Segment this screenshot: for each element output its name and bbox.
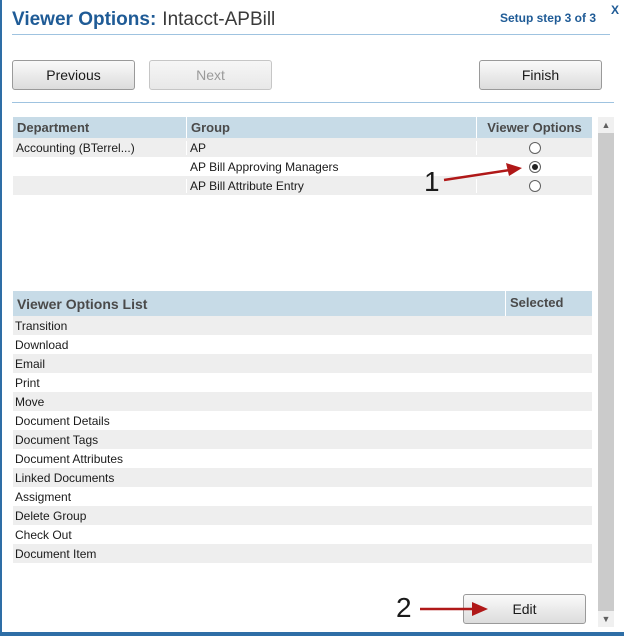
window-border-bottom [0,632,624,636]
group-table-header: Department Group Viewer Options [13,117,592,138]
column-header-viewer-options: Viewer Options [476,117,592,138]
options-table-header: Viewer Options List Selected [13,291,592,316]
annotation-marker-2: 2 [396,592,412,623]
list-item[interactable]: Email [13,354,592,373]
viewer-option-radio-selected[interactable] [528,161,541,174]
title-name: Intacct-APBill [162,9,276,30]
close-icon[interactable]: X [611,3,619,17]
vertical-scrollbar[interactable]: ▲ ▼ [598,117,614,627]
setup-step-label: Setup step 3 of 3 [499,11,596,25]
scroll-up-arrow-icon[interactable]: ▲ [598,117,614,133]
column-header-group: Group [186,117,476,138]
annotation-arrow-2-icon [420,602,488,616]
next-button[interactable]: Next [149,60,272,90]
title-prefix: Viewer Options: [12,9,157,30]
list-item[interactable]: Transition [13,316,592,335]
column-header-department: Department [17,120,90,135]
list-item[interactable]: Document Details [13,411,592,430]
group-cell: AP [186,140,476,155]
window-border-left [0,0,2,636]
viewer-options-list: Viewer Options List Selected Transition … [13,291,592,563]
list-item[interactable]: Linked Documents [13,468,592,487]
department-cell: Accounting (BTerrel...) [16,140,135,155]
scroll-down-arrow-icon[interactable]: ▼ [598,611,614,627]
list-item[interactable]: Document Item [13,544,592,563]
list-item[interactable]: Delete Group [13,506,592,525]
title-divider [12,34,610,35]
list-item[interactable]: Assigment [13,487,592,506]
page-title: Viewer Options: Intacct-APBill [12,9,275,31]
viewer-option-cell [476,140,592,155]
toolbar-divider [12,102,614,103]
annotation-arrow-1-icon [443,163,522,182]
table-row[interactable]: Accounting (BTerrel...) AP [13,138,592,157]
list-item[interactable]: Download [13,335,592,354]
column-header-options-list: Viewer Options List [17,296,148,312]
list-item[interactable]: Document Tags [13,430,592,449]
list-item[interactable]: Move [13,392,592,411]
finish-button[interactable]: Finish [479,60,602,90]
annotation-marker-1: 1 [424,166,440,197]
column-header-selected: Selected [505,291,592,316]
list-item[interactable]: Check Out [13,525,592,544]
list-item[interactable]: Print [13,373,592,392]
viewer-option-radio[interactable] [528,180,541,193]
list-item[interactable]: Document Attributes [13,449,592,468]
previous-button[interactable]: Previous [12,60,135,90]
viewer-option-radio[interactable] [528,142,541,155]
